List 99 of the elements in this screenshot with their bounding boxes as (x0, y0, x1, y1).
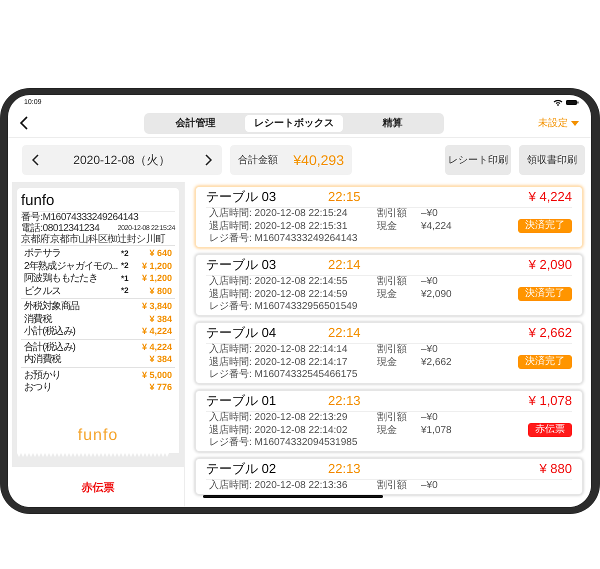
exit-time: 退店時間: 2020-12-08 22:14:17 (209, 356, 348, 368)
discount-value: –¥0 (421, 344, 439, 355)
payment-amount: ¥2,090 (421, 288, 453, 300)
shop-logo: funfo (78, 427, 118, 445)
item-price: ¥ 1,200 (140, 260, 172, 271)
total-label: 合計金額 (238, 154, 278, 167)
status-badge: 赤伝票 (528, 423, 572, 437)
payment-amount: ¥1,078 (421, 424, 453, 436)
register-number: レジ番号: M16074333249264143 (209, 233, 358, 244)
tab[interactable]: 精算 (343, 114, 442, 132)
previous-day-button[interactable] (32, 154, 39, 166)
payment-method: 現金 (377, 288, 398, 300)
shop-address: 京都府京都市山科区椥辻封シ川町 (21, 234, 166, 245)
date-text: 2020-12-08（火） (73, 152, 171, 168)
discount-label: 割引額 (377, 480, 408, 491)
tab[interactable]: レシートボックス (244, 114, 344, 132)
exit-time: 退店時間: 2020-12-08 22:14:59 (209, 288, 348, 300)
next-day-button[interactable] (204, 154, 212, 166)
discount-label: 割引額 (377, 412, 408, 423)
table-name: テーブル 03 (206, 257, 276, 273)
checkout-time: 22:15 (328, 189, 361, 205)
status-badge: 決済完了 (518, 355, 572, 369)
item-quantity: *1 (121, 274, 130, 283)
entry-time: 入店時間: 2020-12-08 22:13:36 (209, 480, 348, 491)
item-price: ¥ 1,200 (140, 273, 172, 284)
discount-value: –¥0 (421, 276, 439, 287)
discount-value: –¥0 (421, 412, 439, 423)
amount: ¥ 880 (539, 461, 572, 477)
summary-label: 小計(税込み) (24, 324, 76, 338)
amount: ¥ 4,224 (528, 189, 572, 205)
discount-value: –¥0 (421, 480, 439, 491)
item-name: ポテサラ (24, 247, 62, 260)
entry-time: 入店時間: 2020-12-08 22:15:24 (209, 208, 348, 219)
table-name: テーブル 01 (206, 393, 276, 409)
summary-label: 内消費税 (24, 352, 62, 366)
item-quantity: *2 (121, 248, 130, 258)
table-name: テーブル 03 (206, 189, 276, 205)
summary-value: ¥ 3,840 (140, 301, 172, 312)
summary-label: 消費税 (24, 312, 54, 326)
payment-method: 現金 (377, 220, 398, 232)
print-button[interactable]: 領収書印刷 (519, 145, 585, 175)
item-name: 阿波鶏ももたたき (24, 272, 99, 286)
discount-label: 割引額 (377, 344, 408, 355)
checkout-time: 22:14 (328, 325, 361, 341)
register-number: レジ番号: M16074332094531985 (209, 437, 358, 448)
register-number: レジ番号: M16074332956501549 (209, 301, 358, 312)
exit-time: 退店時間: 2020-12-08 22:15:31 (209, 220, 348, 232)
table-name: テーブル 02 (206, 461, 276, 477)
caret-icon (571, 120, 579, 126)
amount: ¥ 2,090 (528, 257, 572, 273)
summary-label: 外税対象商品 (24, 300, 80, 314)
summary-value: ¥ 4,224 (140, 342, 172, 352)
summary-value: ¥ 384 (148, 314, 172, 324)
receipt-card[interactable]: テーブル 01 22:13 ¥ 1,078 入店時間: 2020-12-08 22:13:29 割引額 –¥0 退店時間: 2020-12-08 22:14:02 現金 ¥1,078 赤伝票 レジ番号: M16074332094531985 (195, 390, 583, 452)
summary-value: ¥ 5,000 (140, 370, 172, 380)
item-quantity: *2 (121, 261, 130, 270)
summary-label: 合計(税込み) (24, 340, 76, 354)
register-number: レジ番号: M16074332545466175 (209, 369, 358, 380)
status-badge: 決済完了 (518, 287, 572, 301)
amount: ¥ 2,662 (528, 325, 572, 341)
phone-number: 電話:08012341234 (21, 223, 100, 234)
entry-time: 入店時間: 2020-12-08 22:13:29 (209, 412, 348, 423)
wifi-battery-icon (553, 98, 579, 106)
amount: ¥ 1,078 (528, 393, 572, 409)
summary-value: ¥ 384 (148, 354, 172, 364)
receipt-number: 番号:M16074333249264143 (21, 212, 140, 223)
discount-label: 割引額 (377, 208, 408, 219)
exit-time: 退店時間: 2020-12-08 22:14:02 (209, 424, 348, 436)
receipt-card[interactable]: テーブル 04 22:14 ¥ 2,662 入店時間: 2020-12-08 22:14:14 割引額 –¥0 退店時間: 2020-12-08 22:14:17 現金 ¥2,662 決済完了 レジ番号: M16074332545466175 (195, 322, 583, 384)
total-amount: ¥40,293 (293, 152, 344, 168)
tab[interactable]: 会計管理 (146, 114, 245, 132)
payment-method: 現金 (377, 424, 398, 436)
checkout-time: 22:14 (328, 257, 361, 273)
summary-value: ¥ 776 (148, 382, 172, 392)
void-slip-button[interactable]: 赤伝票 (82, 480, 114, 494)
summary-value: ¥ 4,224 (140, 326, 172, 336)
payment-amount: ¥2,662 (421, 356, 453, 368)
entry-time: 入店時間: 2020-12-08 22:14:55 (209, 276, 348, 287)
discount-label: 割引額 (377, 276, 408, 287)
item-quantity: *2 (121, 286, 130, 296)
item-name: ピクルス (24, 284, 62, 298)
shop-name: funfo (21, 192, 175, 212)
checkout-time: 22:13 (328, 461, 361, 477)
status-badge: 決済完了 (518, 219, 572, 233)
summary-label: お預かり (24, 368, 62, 382)
checkout-time: 22:13 (328, 393, 361, 409)
entry-time: 入店時間: 2020-12-08 22:14:14 (209, 344, 348, 355)
payment-method: 現金 (377, 356, 398, 368)
table-name: テーブル 04 (206, 325, 276, 341)
print-button[interactable]: レシート印刷 (445, 145, 511, 175)
receipt-card[interactable]: テーブル 02 22:13 ¥ 880 入店時間: 2020-12-08 22:13:36 割引額 –¥0 (195, 458, 583, 495)
item-name: 2年熟成ジャガイモの... (24, 260, 118, 272)
payment-amount: ¥4,224 (421, 220, 453, 232)
receipt-card[interactable]: テーブル 03 22:14 ¥ 2,090 入店時間: 2020-12-08 22:14:55 割引額 –¥0 退店時間: 2020-12-08 22:14:59 現金 ¥2,090 決済完了 レジ番号: M16074332956501549 (195, 254, 583, 316)
item-price: ¥ 640 (148, 248, 172, 258)
receipt-card[interactable]: テーブル 03 22:15 ¥ 4,224 入店時間: 2020-12-08 22:15:24 割引額 –¥0 退店時間: 2020-12-08 22:15:31 現金 ¥4,224 決済完了 レジ番号: M16074333249264143 (195, 186, 583, 248)
item-price: ¥ 800 (148, 286, 172, 296)
summary-label: おつり (24, 381, 53, 394)
discount-value: –¥0 (421, 208, 439, 219)
